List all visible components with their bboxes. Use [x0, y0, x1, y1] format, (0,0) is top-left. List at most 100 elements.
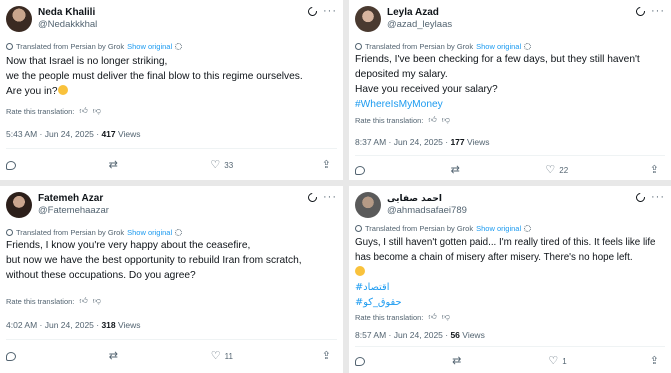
thumbs-down-icon[interactable]: 👎︎: [93, 296, 101, 306]
reply-button[interactable]: [355, 165, 369, 175]
settings-icon[interactable]: [524, 43, 532, 50]
like-count: 33: [224, 160, 234, 170]
grok-icon[interactable]: [306, 190, 319, 204]
reply-icon: [6, 160, 16, 170]
share-button[interactable]: ⇪: [321, 350, 331, 362]
timestamp[interactable]: 4:02 AM · Jun 24, 2025 ·: [6, 320, 101, 330]
views-label: Views: [118, 320, 141, 330]
rate-label: Rate this translation:: [355, 115, 424, 125]
grok-icon[interactable]: [306, 4, 319, 18]
tweet-line: Friends, I know you're very happy about …: [6, 240, 251, 251]
timestamp[interactable]: 8:37 AM · Jun 24, 2025 ·: [355, 137, 450, 147]
tweet-text: Friends, I've been checking for a few da…: [355, 52, 640, 112]
rate-label: Rate this translation:: [6, 106, 75, 116]
retweet-button[interactable]: ⇄: [108, 350, 122, 362]
translation-notice: Translated from Persian by Grok Show ori…: [355, 42, 532, 51]
share-icon: ⇪: [321, 350, 331, 362]
like-button[interactable]: ♡ 11: [211, 351, 233, 362]
author-handle[interactable]: @ahmadsafaei789: [387, 205, 467, 217]
translate-icon: [355, 225, 362, 232]
like-button[interactable]: ♡ 1: [548, 355, 566, 367]
rate-translation: Rate this translation: 👍︎ 👎︎: [6, 106, 101, 116]
tweet-line: without these occupations. Do you agree?: [6, 270, 196, 281]
more-icon[interactable]: ···: [323, 6, 337, 17]
show-original-link[interactable]: Show original: [127, 228, 172, 237]
thumbs-down-icon[interactable]: 👎︎: [442, 312, 450, 322]
rate-label: Rate this translation:: [355, 312, 424, 322]
tweet-line: but now we have the best opportunity to …: [6, 255, 302, 266]
sad-face-icon: [355, 266, 365, 276]
tweet-card[interactable]: Neda Khalili @Nedakkkhal ··· Translated …: [0, 0, 343, 180]
tweet-meta: 4:02 AM · Jun 24, 2025 · 318 Views: [6, 320, 141, 330]
show-original-link[interactable]: Show original: [476, 224, 521, 233]
avatar[interactable]: [355, 192, 381, 218]
view-count: 177: [450, 137, 465, 147]
reply-button[interactable]: [6, 160, 20, 170]
tweet-line: Now that Israel is no longer striking,: [6, 56, 168, 67]
hashtag-link[interactable]: #حقوق_کو: [355, 295, 656, 310]
thumbs-up-icon[interactable]: 👍︎: [79, 106, 87, 116]
author-handle[interactable]: @Fatemehaazar: [38, 205, 109, 217]
heart-icon: ♡: [545, 164, 556, 176]
more-icon[interactable]: ···: [651, 6, 665, 17]
views-label: Views: [467, 137, 490, 147]
view-count: 56: [450, 330, 460, 340]
reply-button[interactable]: [6, 351, 20, 361]
thumbs-down-icon[interactable]: 👎︎: [442, 115, 450, 125]
author-handle[interactable]: @azad_leylaas: [387, 19, 452, 31]
settings-icon[interactable]: [524, 225, 532, 232]
translation-notice: Translated from Persian by Grok Show ori…: [6, 42, 183, 51]
grok-icon[interactable]: [634, 4, 647, 18]
translation-label: Translated from Persian by Grok: [365, 224, 474, 233]
like-button[interactable]: ♡ 33: [210, 160, 234, 171]
more-icon[interactable]: ···: [651, 192, 665, 203]
reply-icon: [355, 356, 365, 366]
reply-icon: [6, 351, 16, 361]
retweet-icon: ⇄: [452, 355, 462, 367]
author-name[interactable]: احمد صفایی: [387, 193, 467, 205]
retweet-icon: ⇄: [108, 350, 118, 362]
hashtag-link[interactable]: #اقتصاد: [355, 280, 656, 295]
thumbs-up-icon[interactable]: 👍︎: [428, 312, 436, 322]
thumbs-up-icon[interactable]: 👍︎: [428, 115, 436, 125]
heart-icon: ♡: [548, 355, 559, 367]
tweet-line: Have you received your salary?: [355, 84, 498, 95]
settings-icon[interactable]: [175, 43, 183, 50]
tweet-text: Guys, I still haven't gotten paid... I'm…: [355, 235, 656, 310]
author-name[interactable]: Leyla Azad: [387, 7, 452, 19]
translate-icon: [355, 43, 362, 50]
author-name[interactable]: Fatemeh Azar: [38, 193, 109, 205]
retweet-button[interactable]: ⇄: [452, 355, 465, 367]
share-button[interactable]: ⇪: [650, 356, 659, 367]
rate-translation: Rate this translation: 👍︎ 👎︎: [355, 115, 450, 125]
action-bar: ⇄ ♡ 1 ⇪: [355, 355, 659, 367]
retweet-button[interactable]: ⇄: [451, 165, 464, 176]
like-count: 22: [559, 165, 569, 175]
more-icon[interactable]: ···: [323, 192, 337, 203]
settings-icon[interactable]: [175, 229, 183, 236]
share-button[interactable]: ⇪: [322, 160, 331, 171]
timestamp[interactable]: 8:57 AM · Jun 24, 2025 ·: [355, 330, 450, 340]
retweet-button[interactable]: ⇄: [109, 160, 122, 171]
avatar[interactable]: [6, 192, 32, 218]
tweet-card[interactable]: احمد صفایی @ahmadsafaei789 ··· Translate…: [349, 186, 671, 373]
avatar[interactable]: [6, 6, 32, 32]
author-name[interactable]: Neda Khalili: [38, 7, 97, 19]
thumbs-up-icon[interactable]: 👍︎: [79, 296, 87, 306]
tweet-card[interactable]: Leyla Azad @azad_leylaas ··· Translated …: [349, 0, 671, 180]
timestamp[interactable]: 5:43 AM · Jun 24, 2025 ·: [6, 129, 101, 139]
share-button[interactable]: ⇪: [650, 165, 659, 176]
show-original-link[interactable]: Show original: [476, 42, 521, 51]
translate-icon: [6, 229, 13, 236]
like-button[interactable]: ♡ 22: [545, 164, 569, 176]
thumbs-down-icon[interactable]: 👎︎: [93, 106, 101, 116]
reply-button[interactable]: [355, 356, 369, 366]
show-original-link[interactable]: Show original: [127, 42, 172, 51]
tweet-card[interactable]: Fatemeh Azar @Fatemehaazar ··· Translate…: [0, 186, 343, 373]
hashtag-link[interactable]: #WhereIsMyMoney: [355, 97, 640, 112]
tweet-header: Neda Khalili @Nedakkkhal ···: [6, 4, 337, 36]
translation-label: Translated from Persian by Grok: [16, 42, 125, 51]
grok-icon[interactable]: [634, 190, 647, 204]
author-handle[interactable]: @Nedakkkhal: [38, 19, 97, 31]
avatar[interactable]: [355, 6, 381, 32]
